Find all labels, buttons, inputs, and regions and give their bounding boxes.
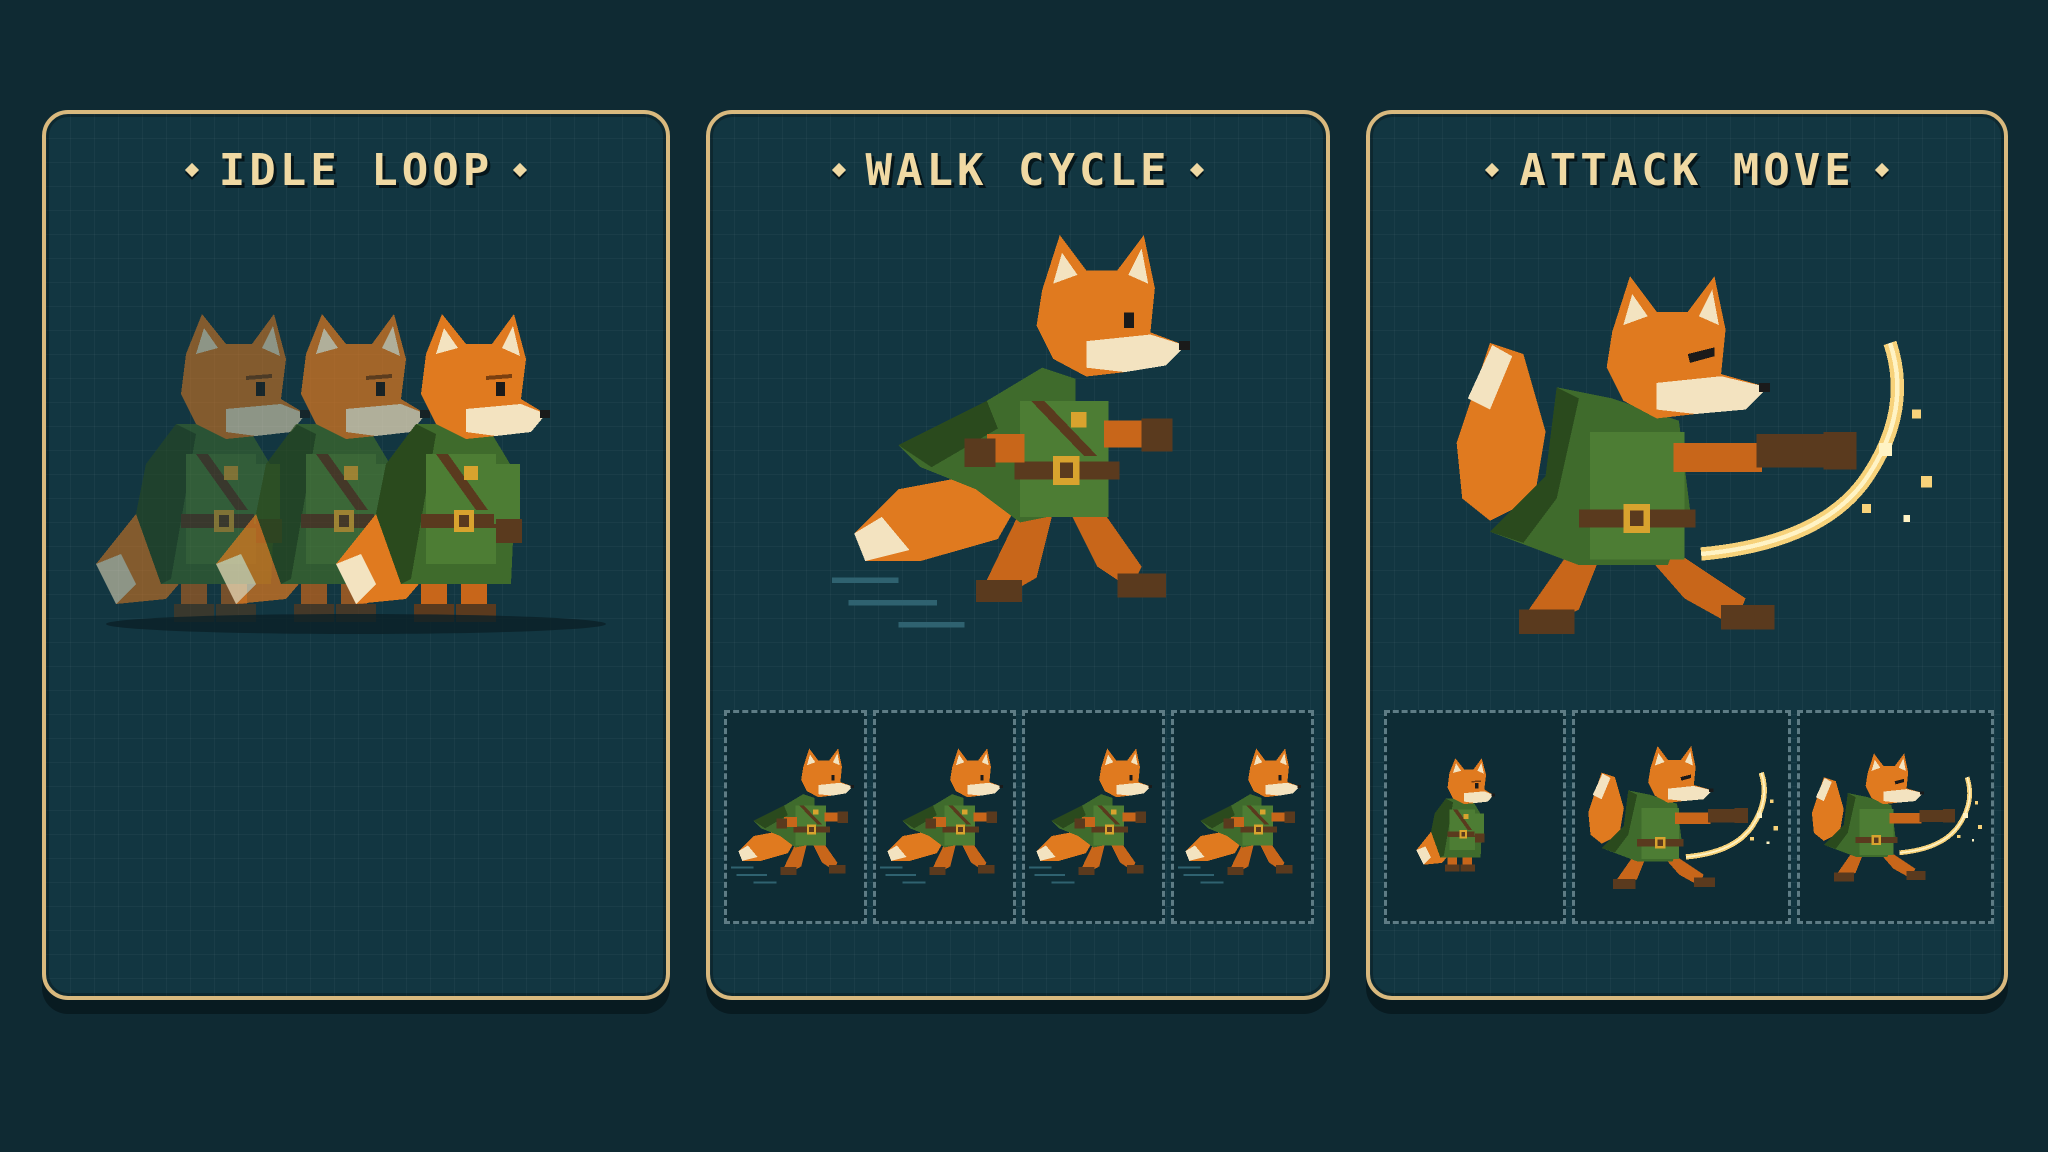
diamond-icon (1485, 162, 1500, 178)
diamond-icon (513, 162, 528, 178)
idle-loop-title-text: IDLE LOOP (218, 144, 494, 196)
walk-frame-4-sprite (1177, 748, 1302, 884)
diamond-icon (831, 162, 846, 178)
walk-frame-3-sprite (1028, 748, 1153, 884)
attack-frame-1[interactable] (1384, 710, 1567, 924)
attack-move-panel: ATTACK MOVE (1366, 110, 2008, 1000)
attack-frame-3-sprite (1800, 713, 1991, 921)
attack-move-title: ATTACK MOVE (1370, 142, 2004, 196)
walk-cycle-panel: WALK CYCLE (706, 110, 1330, 1000)
idle-loop-panel: IDLE LOOP (42, 110, 670, 1000)
walk-frame-3[interactable] (1022, 710, 1165, 924)
walk-frame-1[interactable] (724, 710, 867, 924)
idle-loop-title: IDLE LOOP (46, 142, 666, 196)
diamond-icon (1190, 162, 1205, 178)
attack-frame-3[interactable] (1797, 710, 1994, 924)
walk-frame-4[interactable] (1171, 710, 1314, 924)
walk-frame-1-sprite (730, 748, 855, 884)
diamond-icon (1874, 162, 1889, 178)
idle-loop-sprite (96, 314, 606, 634)
walk-frame-2[interactable] (873, 710, 1016, 924)
attack-frame-2[interactable] (1572, 710, 1792, 924)
walk-cycle-title-text: WALK CYCLE (865, 144, 1171, 196)
walk-cycle-title: WALK CYCLE (710, 142, 1326, 196)
diamond-icon (184, 162, 199, 178)
walk-frame-strip (724, 710, 1314, 924)
attack-frame-1-sprite (1416, 758, 1495, 872)
walk-frame-2-sprite (879, 748, 1004, 884)
walk-cycle-sprite (832, 235, 1191, 628)
attack-frame-2-sprite (1575, 713, 1788, 921)
attack-move-sprite (1390, 254, 1990, 654)
attack-frame-strip (1384, 710, 1994, 924)
attack-move-title-text: ATTACK MOVE (1519, 144, 1855, 196)
